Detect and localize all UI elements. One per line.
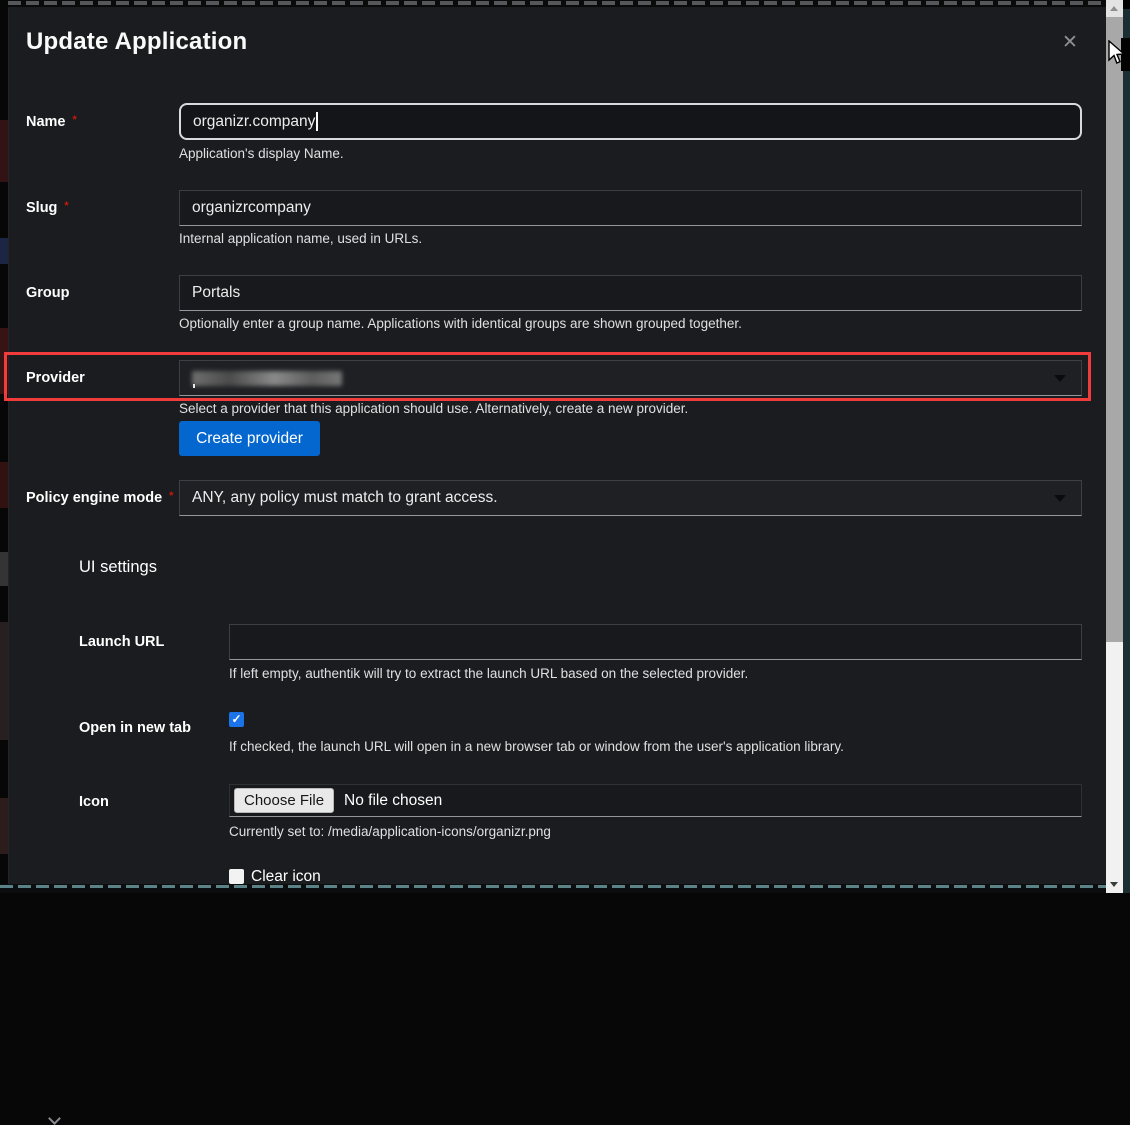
launch-url-label: Launch URL	[79, 634, 164, 650]
vertical-scrollbar[interactable]	[1106, 0, 1123, 893]
group-help-text: Optionally enter a group name. Applicati…	[179, 316, 742, 331]
chevron-down-icon	[48, 1112, 61, 1125]
name-help-text: Application's display Name.	[179, 146, 344, 161]
chevron-down-icon	[1054, 495, 1066, 502]
policy-engine-mode-label: Policy engine mode*	[26, 490, 173, 506]
icon-help-text: Currently set to: /media/application-ico…	[229, 824, 551, 839]
window-edge-strip	[1123, 0, 1130, 893]
icon-field-label: Icon	[79, 794, 109, 810]
name-field-label: Name*	[26, 114, 77, 130]
chevron-down-icon	[1054, 375, 1066, 382]
background-fragment	[0, 798, 8, 854]
required-asterisk: *	[73, 114, 77, 126]
scroll-up-button[interactable]	[1106, 0, 1123, 17]
window-edge-notch	[1121, 38, 1130, 71]
modal-title: Update Application	[26, 28, 247, 56]
background-page-edge	[0, 0, 8, 893]
update-application-modal: Update Application ✕ Name* organizr.comp…	[8, 7, 1106, 884]
open-in-new-tab-checkbox[interactable]: ✓	[229, 712, 244, 727]
open-in-new-tab-help-text: If checked, the launch URL will open in …	[229, 739, 844, 754]
launch-url-input[interactable]	[229, 624, 1082, 660]
arrow-down-icon	[1110, 882, 1118, 887]
redacted-value-mark	[193, 384, 195, 388]
background-fragment	[0, 552, 8, 586]
redacted-provider-value	[192, 371, 342, 386]
open-in-new-tab-label: Open in new tab	[79, 720, 191, 736]
arrow-up-icon	[1110, 6, 1118, 11]
check-icon: ✓	[231, 712, 241, 726]
page-edge-bottom	[0, 884, 1123, 893]
scroll-down-button[interactable]	[1106, 876, 1123, 893]
background-fragment	[0, 328, 8, 394]
group-input[interactable]: Portals	[179, 275, 1082, 311]
launch-url-help-text: If left empty, authentik will try to ext…	[229, 666, 748, 681]
required-asterisk: *	[64, 200, 68, 212]
close-icon[interactable]: ✕	[1059, 32, 1081, 54]
provider-select[interactable]	[179, 360, 1082, 396]
ui-settings-header: UI settings	[79, 558, 157, 577]
window-edge-notch	[1123, 0, 1130, 9]
slug-help-text: Internal application name, used in URLs.	[179, 231, 422, 246]
background-fragment	[0, 622, 8, 740]
file-chosen-status: No file chosen	[344, 792, 442, 810]
clear-icon-checkbox[interactable]	[229, 869, 244, 884]
choose-file-button[interactable]: Choose File	[234, 788, 334, 813]
required-asterisk: *	[169, 490, 173, 502]
slug-input[interactable]: organizrcompany	[179, 190, 1082, 226]
background-fragment	[0, 238, 8, 264]
policy-engine-mode-select[interactable]: ANY, any policy must match to grant acce…	[179, 480, 1082, 516]
text-cursor	[316, 112, 318, 131]
icon-file-input[interactable]: Choose File No file chosen	[229, 784, 1082, 817]
scrollbar-thumb[interactable]	[1106, 17, 1123, 642]
name-input[interactable]: organizr.company	[179, 103, 1082, 140]
page-edge-top	[8, 0, 1106, 7]
create-provider-button[interactable]: Create provider	[179, 421, 320, 456]
provider-help-text: Select a provider that this application …	[179, 401, 688, 416]
provider-field-label: Provider	[26, 370, 85, 386]
background-fragment	[0, 462, 8, 508]
background-fragment	[0, 120, 8, 182]
slug-field-label: Slug*	[26, 200, 69, 216]
group-field-label: Group	[26, 285, 70, 301]
